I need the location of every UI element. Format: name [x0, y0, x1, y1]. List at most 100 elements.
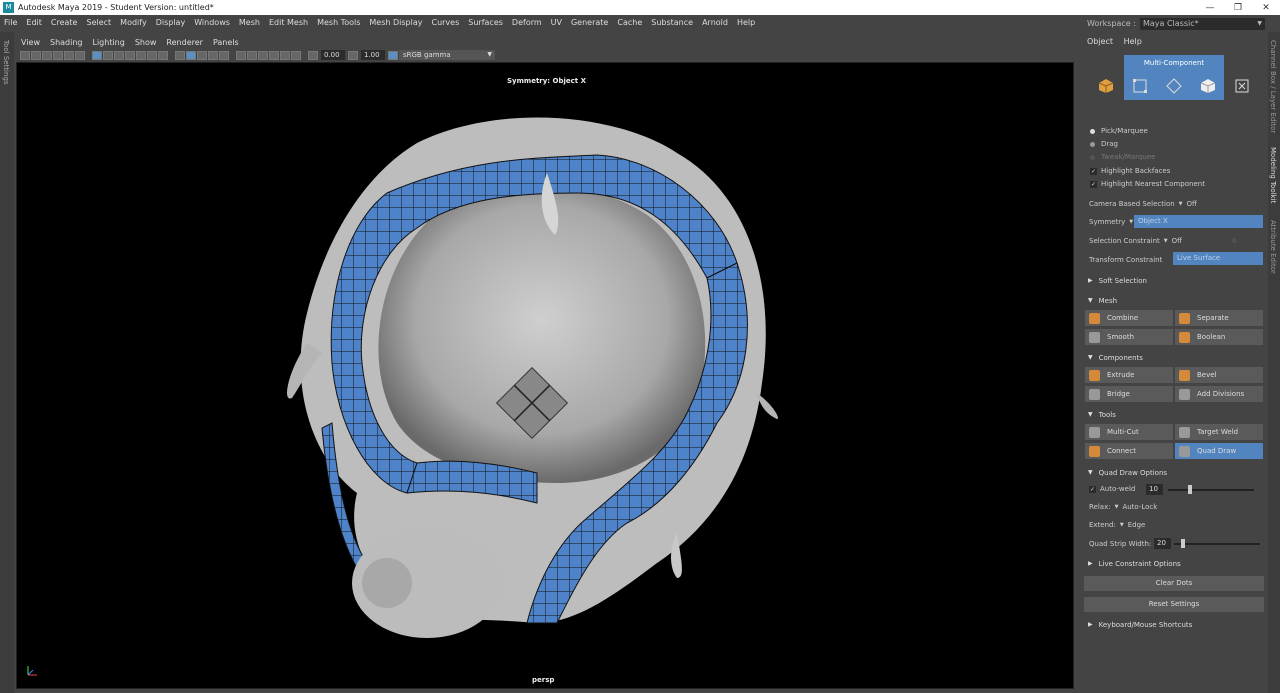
camera-based-selection-row[interactable]: Camera Based Selection ▼ Off	[1089, 200, 1197, 208]
smooth-button[interactable]: Smooth	[1085, 329, 1173, 345]
color-management-icon[interactable]	[388, 50, 398, 60]
soft-selection-section[interactable]: ▶ Soft Selection	[1085, 274, 1265, 287]
help-menu[interactable]: Help	[1124, 37, 1142, 46]
quad-draw-options-section[interactable]: ▼ Quad Draw Options	[1085, 466, 1265, 479]
selection-constraint-row[interactable]: Selection Constraint ▼ Off 0	[1089, 237, 1236, 245]
viewport-menu-renderer[interactable]: Renderer	[166, 38, 203, 47]
add-divisions-button[interactable]: Add Divisions	[1175, 386, 1263, 402]
clear-dots-button[interactable]: Clear Dots	[1084, 576, 1264, 591]
wireframe-on-shaded-icon[interactable]	[197, 50, 207, 60]
film-gate-icon[interactable]	[103, 50, 113, 60]
transform-constraint-field[interactable]: Live Surface	[1173, 252, 1263, 265]
viewport-menu-shading[interactable]: Shading	[50, 38, 83, 47]
workspace-dropdown[interactable]: Maya Classic*	[1139, 17, 1265, 30]
drag-radio[interactable]	[1090, 141, 1095, 147]
menu-mesh-display[interactable]: Mesh Display	[369, 18, 422, 27]
tool-settings-tab[interactable]: Tool Settings	[0, 32, 14, 693]
pick-marquee-option[interactable]: Pick/Marquee	[1090, 127, 1148, 135]
grease-pencil-icon[interactable]	[64, 50, 74, 60]
menu-arnold[interactable]: Arnold	[702, 18, 728, 27]
auto-weld-slider[interactable]	[1168, 489, 1254, 491]
separate-button[interactable]: Separate	[1175, 310, 1263, 326]
smooth-shade-icon[interactable]	[186, 50, 196, 60]
restore-icon[interactable]: ❐	[1224, 3, 1252, 13]
isolate-select-icon[interactable]	[280, 50, 290, 60]
auto-weld-checkbox[interactable]: ✓	[1089, 485, 1096, 493]
resolution-gate-icon[interactable]	[114, 50, 124, 60]
select-camera-icon[interactable]	[20, 50, 30, 60]
modeling-toolkit-tab[interactable]: Modeling Toolkit	[1269, 147, 1277, 203]
mesh-section[interactable]: ▼ Mesh	[1085, 294, 1265, 307]
quad-strip-slider-thumb[interactable]	[1181, 539, 1185, 548]
exposure-icon[interactable]	[308, 50, 318, 60]
gamma-icon[interactable]	[348, 50, 358, 60]
symmetry-dropdown-icon[interactable]: ▼	[1129, 219, 1133, 225]
face-mode-icon[interactable]	[1200, 78, 1216, 94]
colorspace-dropdown[interactable]: sRGB gamma	[399, 50, 495, 60]
extend-row[interactable]: Extend: ▼ Edge	[1089, 521, 1145, 529]
close-icon[interactable]: ✕	[1252, 3, 1280, 13]
uv-mode-icon[interactable]	[1234, 78, 1250, 94]
viewport-menu-show[interactable]: Show	[135, 38, 157, 47]
minimize-icon[interactable]: —	[1196, 3, 1224, 13]
bevel-button[interactable]: Bevel	[1175, 367, 1263, 383]
menu-create[interactable]: Create	[51, 18, 78, 27]
xray-icon[interactable]	[291, 50, 301, 60]
camera-attributes-icon[interactable]	[31, 50, 41, 60]
tweak-marquee-radio[interactable]	[1090, 154, 1095, 160]
highlight-nearest-option[interactable]: ✓ Highlight Nearest Component	[1090, 180, 1205, 188]
extend-dropdown-icon[interactable]: ▼	[1120, 522, 1124, 528]
motion-blur-icon[interactable]	[258, 50, 268, 60]
channel-box-tab[interactable]: Channel Box / Layer Editor	[1269, 40, 1277, 133]
highlight-nearest-checkbox[interactable]: ✓	[1090, 180, 1097, 188]
object-menu[interactable]: Object	[1087, 37, 1113, 46]
highlight-backfaces-option[interactable]: ✓ Highlight Backfaces	[1090, 167, 1170, 175]
highlight-backfaces-checkbox[interactable]: ✓	[1090, 167, 1097, 175]
selection-constraint-dropdown-icon[interactable]: ▼	[1164, 238, 1168, 244]
menu-deform[interactable]: Deform	[512, 18, 542, 27]
target-weld-button[interactable]: Target Weld	[1175, 424, 1263, 440]
auto-weld-slider-thumb[interactable]	[1188, 485, 1192, 494]
live-constraint-section[interactable]: ▶ Live Constraint Options	[1085, 557, 1265, 570]
auto-weld-option[interactable]: ✓ Auto-weld	[1089, 485, 1135, 493]
2d-pan-icon[interactable]	[75, 50, 85, 60]
pick-marquee-radio[interactable]	[1090, 128, 1095, 134]
menu-file[interactable]: File	[4, 18, 17, 27]
reset-settings-button[interactable]: Reset Settings	[1084, 597, 1264, 612]
menu-curves[interactable]: Curves	[431, 18, 459, 27]
safe-action-icon[interactable]	[147, 50, 157, 60]
menu-edit[interactable]: Edit	[26, 18, 42, 27]
wireframe-icon[interactable]	[175, 50, 185, 60]
gate-mask-icon[interactable]	[125, 50, 135, 60]
ambient-occlusion-icon[interactable]	[247, 50, 257, 60]
edge-mode-icon[interactable]	[1166, 78, 1182, 94]
object-mode-icon[interactable]	[1098, 78, 1114, 94]
textured-icon[interactable]	[208, 50, 218, 60]
relax-dropdown-icon[interactable]: ▼	[1115, 504, 1119, 510]
drag-option[interactable]: Drag	[1090, 140, 1118, 148]
menu-cache[interactable]: Cache	[617, 18, 642, 27]
safe-title-icon[interactable]	[158, 50, 168, 60]
tweak-marquee-option[interactable]: Tweak/Marquee	[1090, 153, 1155, 161]
image-plane-icon[interactable]	[53, 50, 63, 60]
attribute-editor-tab[interactable]: Attribute Editor	[1269, 220, 1277, 274]
antialiasing-icon[interactable]	[269, 50, 279, 60]
symmetry-field[interactable]: Object X	[1134, 215, 1263, 228]
lights-icon[interactable]	[219, 50, 229, 60]
quad-draw-button[interactable]: Quad Draw	[1175, 443, 1263, 459]
multi-cut-button[interactable]: Multi-Cut	[1085, 424, 1173, 440]
viewport-menu-lighting[interactable]: Lighting	[92, 38, 124, 47]
menu-generate[interactable]: Generate	[571, 18, 608, 27]
grid-icon[interactable]	[92, 50, 102, 60]
shadows-icon[interactable]	[236, 50, 246, 60]
viewport-menu-view[interactable]: View	[21, 38, 40, 47]
keyboard-shortcuts-section[interactable]: ▶ Keyboard/Mouse Shortcuts	[1085, 618, 1265, 631]
quad-strip-slider[interactable]	[1174, 543, 1260, 545]
menu-select[interactable]: Select	[86, 18, 111, 27]
menu-windows[interactable]: Windows	[194, 18, 230, 27]
vertex-mode-icon[interactable]	[1132, 78, 1148, 94]
menu-uv[interactable]: UV	[551, 18, 562, 27]
boolean-button[interactable]: Boolean	[1175, 329, 1263, 345]
gamma-field[interactable]: 1.00	[361, 50, 385, 60]
menu-mesh[interactable]: Mesh	[239, 18, 260, 27]
